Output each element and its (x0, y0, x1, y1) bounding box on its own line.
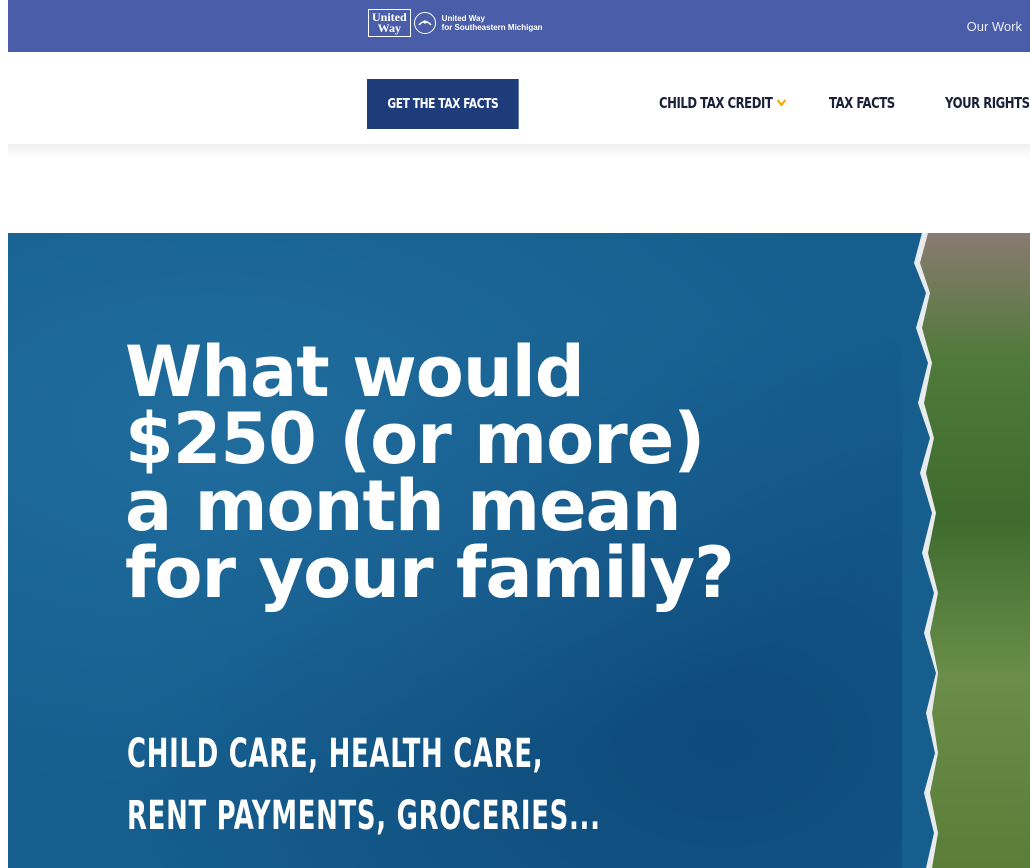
our-work-link[interactable]: Our Work (967, 19, 1022, 34)
headline-line: a month mean (125, 465, 682, 547)
headline-line: for your family? (125, 532, 735, 614)
logo-word-line2: Way (377, 21, 401, 35)
org-name-line2: for Southeastern Michigan (441, 23, 543, 32)
headline-line: $250 (or more) (125, 398, 705, 480)
hero-subheadline: CHILD CARE, HEALTH CARE, RENT PAYMENTS, … (127, 723, 601, 847)
org-name: United Way for Southeastern Michigan (442, 14, 543, 32)
nav-item-tax-facts[interactable]: TAX FACTS (829, 94, 895, 112)
get-the-tax-facts-button[interactable]: GET THE TAX FACTS (367, 79, 519, 129)
org-name-line1: United Way (441, 14, 485, 23)
united-way-emblem-icon (413, 12, 436, 34)
united-way-logo[interactable]: United Way United Way for Southeastern M… (368, 8, 543, 38)
chevron-down-icon (777, 97, 787, 112)
nav-item-child-tax-credit[interactable]: CHILD TAX CREDIT (659, 94, 787, 112)
subheadline-line: CHILD CARE, HEALTH CARE, (127, 731, 544, 777)
nav-item-your-rights[interactable]: YOUR RIGHTS (945, 94, 1030, 112)
top-utility-bar: United Way United Way for Southeastern M… (8, 0, 1030, 52)
headline-line: What would (125, 331, 585, 413)
logo-wordmark: United Way (368, 9, 411, 37)
hero-headline: What would $250 (or more) a month mean f… (125, 331, 885, 614)
main-navigation: GET THE TAX FACTS CHILD TAX CREDIT TAX F… (8, 52, 1030, 144)
subheadline-line: RENT PAYMENTS, GROCERIES... (127, 793, 601, 839)
torn-paper-edge (902, 233, 938, 868)
nav-divider (8, 144, 1030, 158)
hero-banner: What would $250 (or more) a month mean f… (8, 233, 1030, 868)
nav-item-label: CHILD TAX CREDIT (659, 94, 773, 112)
